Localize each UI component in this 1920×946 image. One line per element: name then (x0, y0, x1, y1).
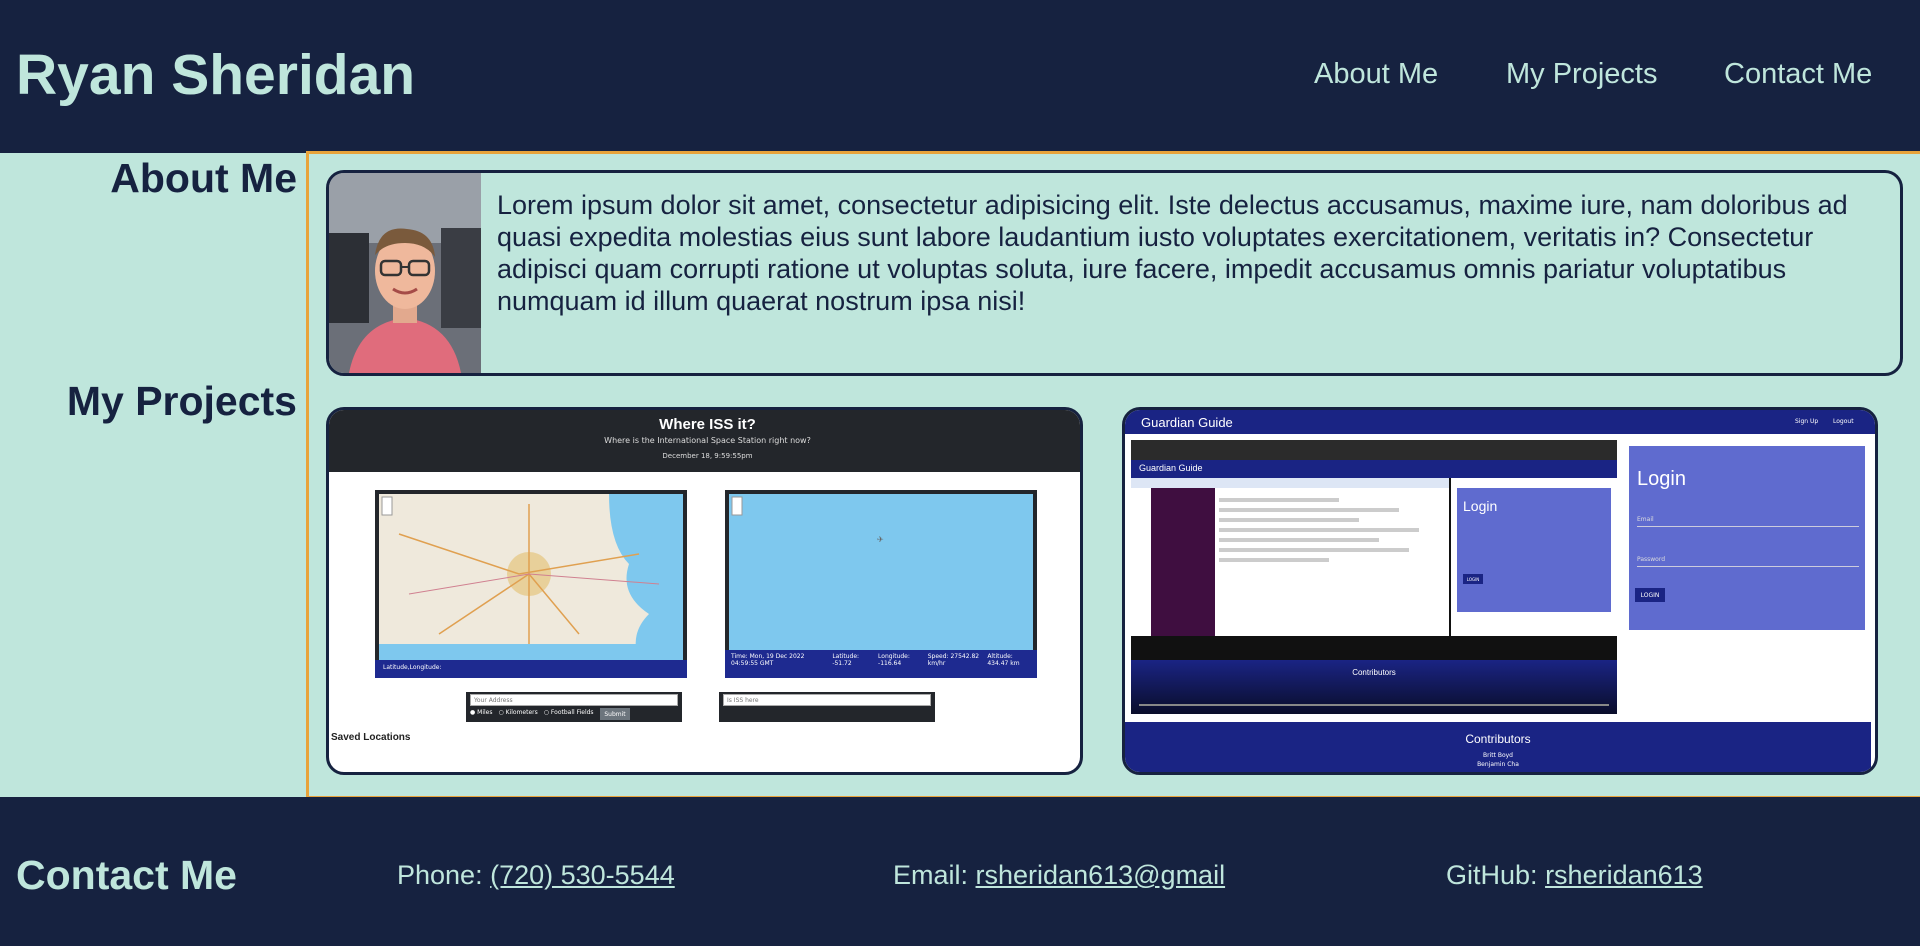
guardian-logout-link[interactable]: Logout (1833, 418, 1854, 425)
nav-about-me[interactable]: About Me (1314, 58, 1438, 91)
password-field[interactable] (1637, 566, 1859, 567)
guardian-signup-link[interactable]: Sign Up (1795, 418, 1818, 425)
inner-navbar: Guardian Guide (1131, 460, 1617, 478)
iss-stat-time: Time: Mon, 19 Dec 2022 04:59:55 GMT (731, 653, 805, 667)
iss-stat-speed: Speed: 27542.82 km/hr (927, 653, 980, 667)
contributor-2: Benjamin Cha (1477, 761, 1519, 768)
projects-section-heading: My Projects (66, 378, 297, 424)
nav-contact-me[interactable]: Contact Me (1724, 58, 1872, 91)
iss-map-left[interactable]: Latitude,Longitude: (375, 490, 687, 678)
browser-chrome (1131, 440, 1617, 460)
guardian-video-preview[interactable]: Guardian Guide Login LOGIN Contributors (1131, 440, 1617, 714)
radio-football-fields[interactable]: ○ Football Fields (544, 709, 594, 716)
contributors-section: Contributors Britt Boyd Benjamin Cha (1125, 722, 1871, 772)
inner-brand: Guardian Guide (1139, 463, 1203, 473)
svg-text:✈: ✈ (877, 535, 884, 544)
slack-sidebar (1151, 488, 1215, 636)
email-contact-label: Email: (893, 860, 969, 890)
iss-date: December 18, 9:59:55pm (662, 452, 753, 460)
login-title: Login (1637, 468, 1686, 490)
iss-subtitle: Where is the International Space Station… (604, 436, 811, 445)
iss-title: Where ISS it? (659, 416, 756, 433)
iss-left-map-footer: Latitude,Longitude: (375, 660, 687, 678)
about-card: Lorem ipsum dolor sit amet, consectetur … (326, 170, 1903, 376)
address-input[interactable] (470, 694, 678, 706)
password-label: Password (1637, 556, 1666, 563)
radio-kilometers[interactable]: ○ Kilometers (498, 709, 537, 716)
login-panel: Login Email Password LOGIN (1627, 444, 1867, 632)
iss-stat-altitude: Altitude: 434.47 km (987, 653, 1020, 667)
iss-map-right[interactable]: ✈ Time: Mon, 19 Dec 2022 04:59:55 GMT La… (725, 490, 1037, 678)
video-progress-bar[interactable] (1139, 704, 1609, 706)
iss-here-form (719, 692, 935, 722)
phone-label: Phone: (397, 860, 483, 890)
site-title: Ryan Sheridan (16, 43, 416, 107)
contributor-1: Britt Boyd (1482, 752, 1513, 759)
iss-here-input[interactable] (723, 694, 931, 706)
inner-login-button[interactable]: LOGIN (1463, 574, 1483, 584)
contact-github: GitHub: rsheridan613 (1446, 860, 1703, 891)
contact-email: Email: rsheridan613@gmail (893, 860, 1225, 891)
inner-login-title: Login (1463, 498, 1498, 514)
radio-miles[interactable]: ● Miles (470, 709, 492, 716)
guardian-navbar: Guardian Guide Sign Up Logout (1125, 410, 1875, 434)
project-card-guardian[interactable]: Guardian Guide Sign Up Logout Guardian G… (1122, 407, 1878, 775)
guardian-brand: Guardian Guide (1141, 415, 1233, 430)
profile-photo (329, 173, 481, 373)
video-controls[interactable]: Contributors (1131, 660, 1617, 714)
inner-contributors-title: Contributors (1352, 668, 1396, 677)
project-card-iss[interactable]: Where ISS it? Where is the International… (326, 407, 1083, 775)
iss-stat-latitude: Latitude: -51.72 (832, 653, 860, 667)
login-button[interactable]: LOGIN (1635, 588, 1665, 602)
contributors-title: Contributors (1465, 732, 1531, 746)
slack-messages (1219, 492, 1439, 612)
inner-login-panel: Login LOGIN (1457, 488, 1611, 612)
about-text: Lorem ipsum dolor sit amet, consectetur … (497, 190, 1848, 316)
submit-button[interactable]: Submit (600, 708, 630, 720)
github-link[interactable]: rsheridan613 (1545, 860, 1703, 890)
distance-unit-radios: ● Miles ○ Kilometers ○ Football Fields (470, 709, 594, 716)
email-field[interactable] (1637, 526, 1859, 527)
iss-stat-longitude: Longitude: -116.64 (878, 653, 910, 667)
footer-title: Contact Me (16, 852, 237, 898)
phone-link[interactable]: (720) 530-5544 (490, 860, 675, 890)
github-label: GitHub: (1446, 860, 1538, 890)
inner-chat-window (1131, 478, 1449, 636)
iss-stats-bar: Time: Mon, 19 Dec 2022 04:59:55 GMT Lati… (725, 650, 1037, 678)
nav-my-projects[interactable]: My Projects (1506, 58, 1657, 91)
about-section-heading: About Me (110, 155, 297, 201)
email-label: Email (1637, 516, 1654, 523)
contact-phone: Phone: (720) 530-5544 (397, 860, 675, 891)
email-link[interactable]: rsheridan613@gmail (976, 860, 1226, 890)
iss-address-form: ● Miles ○ Kilometers ○ Football Fields S… (466, 692, 682, 722)
saved-locations-label: Saved Locations (331, 732, 411, 743)
iss-header: Where ISS it? Where is the International… (329, 410, 1080, 472)
